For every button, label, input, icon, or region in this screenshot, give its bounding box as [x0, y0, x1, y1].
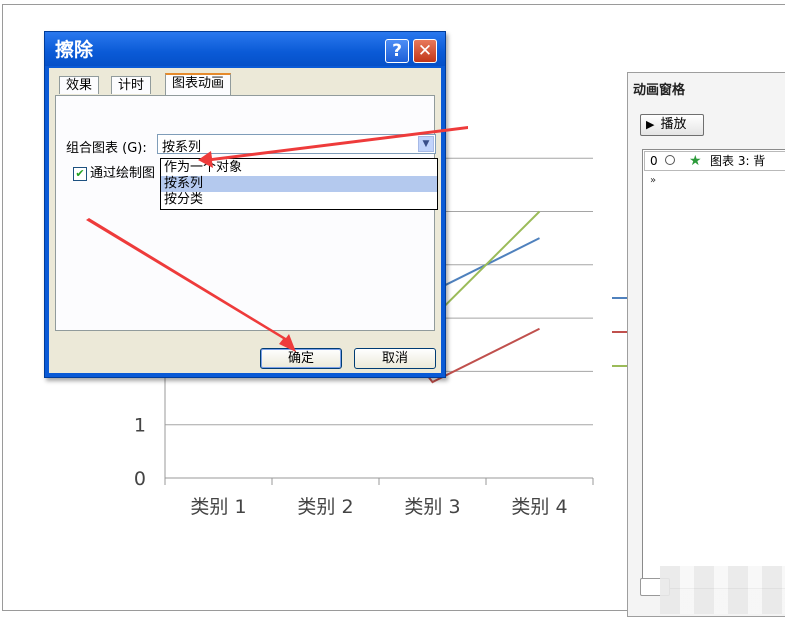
tab-chart-animation[interactable]: 图表动画 [165, 73, 232, 95]
draw-background-label: 通过绘制图 [90, 166, 156, 181]
dropdown-option-by-series[interactable]: 按系列 [161, 176, 437, 192]
chevron-down-icon[interactable]: ▼ [418, 136, 434, 152]
tab-effect[interactable]: 效果 [59, 76, 100, 94]
animation-item-label: 图表 3: 背 [710, 154, 766, 168]
dialog-title: 擦除 [55, 39, 94, 61]
animation-order-number: 0 [650, 154, 658, 168]
animation-pane-title: 动画窗格 [633, 83, 686, 98]
group-chart-dropdown-list[interactable]: 作为一个对象 按系列 按分类 [160, 158, 438, 210]
x-tick-label: 类别 3 [404, 496, 460, 518]
tab-timing[interactable]: 计时 [111, 76, 152, 94]
play-icon: ▶ [646, 118, 655, 131]
animation-effect-star-icon: ★ [689, 153, 702, 169]
animation-list[interactable]: 0 ★ 图表 3: 背 » [642, 149, 785, 589]
group-chart-select[interactable]: 按系列 ▼ [157, 134, 436, 155]
dropdown-option-by-category[interactable]: 按分类 [161, 192, 437, 208]
y-tick-label: 0 [134, 468, 146, 490]
blurred-watermark [660, 566, 785, 614]
animation-list-item[interactable]: 0 ★ 图表 3: 背 [644, 151, 785, 171]
draw-background-checkbox-row[interactable]: ✔ 通过绘制图 [73, 162, 155, 181]
x-tick-label: 类别 1 [190, 496, 246, 518]
ok-button[interactable]: 确定 [260, 348, 342, 369]
chart-animation-panel: 组合图表 (G): 按系列 ▼ ✔ 通过绘制图 作为一个对象 按系列 按分类 [55, 95, 438, 331]
dialog-titlebar[interactable]: 擦除 ? ✕ [45, 32, 445, 66]
x-tick-label: 类别 2 [297, 496, 353, 518]
group-chart-select-value: 按系列 [162, 140, 202, 155]
chart-legend-markers [612, 297, 628, 367]
animation-pane: 动画窗格 ▶ 播放 0 ★ 图表 3: 背 » [627, 72, 785, 617]
x-tick-label: 类别 4 [511, 496, 567, 518]
draw-background-checkbox[interactable]: ✔ [73, 166, 87, 181]
play-button[interactable]: ▶ 播放 [640, 114, 704, 136]
expand-chevron-icon[interactable]: » [650, 175, 656, 186]
erase-effect-dialog: 擦除 ? ✕ 效果 计时 图表动画 组合图表 (G): 按系列 ▼ ✔ 通过绘制图… [44, 31, 446, 378]
dialog-body: 效果 计时 图表动画 组合图表 (G): 按系列 ▼ ✔ 通过绘制图 作为一个对象… [49, 68, 441, 373]
cancel-button[interactable]: 取消 [354, 348, 436, 369]
y-tick-label: 1 [134, 415, 146, 437]
clock-icon [665, 155, 675, 165]
help-icon[interactable]: ? [385, 39, 409, 63]
group-chart-label: 组合图表 (G): [66, 141, 147, 156]
close-icon[interactable]: ✕ [413, 39, 437, 63]
play-button-label: 播放 [660, 117, 687, 132]
dropdown-option-as-one-object[interactable]: 作为一个对象 [161, 160, 437, 176]
